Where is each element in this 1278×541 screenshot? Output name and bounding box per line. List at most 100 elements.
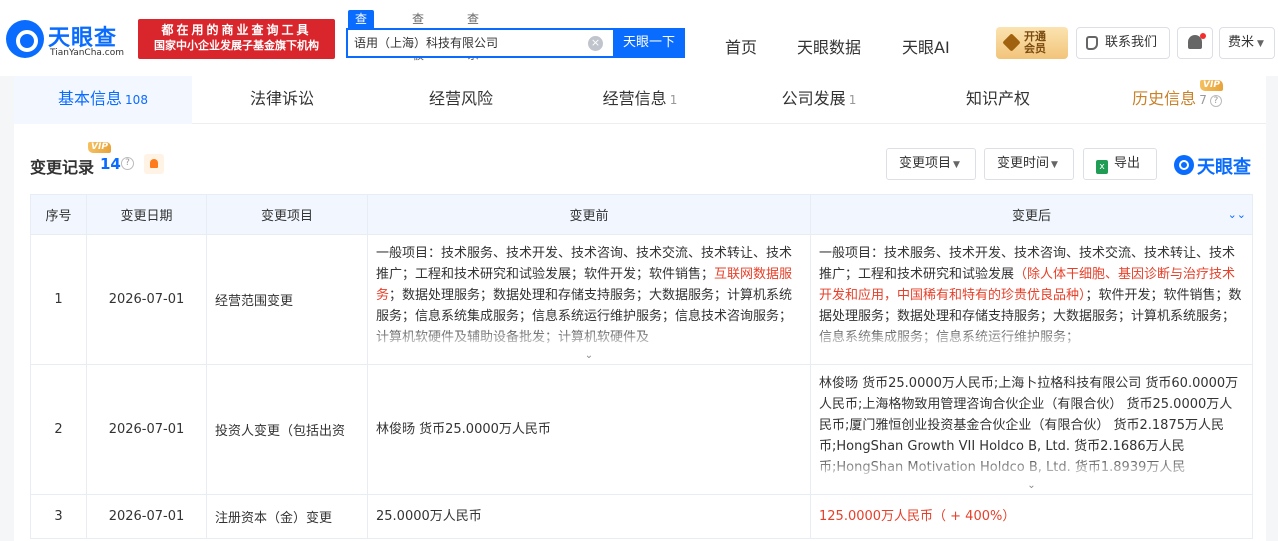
monitor-bell-icon[interactable] (144, 154, 164, 174)
chevron-down-icon: ▼ (1051, 160, 1058, 170)
slogan-line1: 都在用的商业查询工具 (161, 23, 312, 37)
table-row: 2 2026-07-01 投资人变更（包括出资 林俊旸 货币25.0000万人民… (30, 364, 1253, 495)
brand-text: 天眼查 (1197, 157, 1251, 178)
col-index: 序号 (30, 194, 87, 235)
col-item: 变更项目 (206, 194, 368, 235)
tab-label: 历史信息 (1132, 89, 1197, 108)
col-date: 变更日期 (86, 194, 207, 235)
export-button[interactable]: x 导出 (1083, 148, 1157, 180)
tab-legal[interactable]: 法律诉讼 (192, 76, 372, 124)
row-date: 2026-07-01 (86, 364, 207, 495)
after-content: 一般项目：技术服务、技术开发、技术咨询、技术交流、技术转让、技术推广；工程和技术… (811, 243, 1252, 349)
expand-icon[interactable]: ⌄ (1027, 481, 1037, 491)
row-index: 1 (30, 234, 87, 365)
expand-icon[interactable]: ⌄ (584, 351, 594, 361)
notification-dot (1200, 33, 1206, 39)
nav-ai[interactable]: 天眼AI (902, 34, 950, 58)
top-header: 天眼查 TianYanCha.com 都在用的商业查询工具 国家中小企业发展子基… (0, 0, 1278, 76)
company-tabs: 基本信息 108 法律诉讼 经营风险 经营信息 1 公司发展 1 知识产权 历史信息 7… (14, 76, 1266, 124)
excel-icon: x (1096, 160, 1108, 174)
search-tab-company[interactable]: 查公司 (348, 10, 375, 62)
row-after: 125.0000万人民币（ + 400%） (810, 494, 1253, 539)
vip-badge: VIP (1200, 80, 1223, 91)
table-row: 3 2026-07-01 注册资本（金）变更 25.0000万人民币 125.0… (30, 494, 1253, 539)
change-records-panel: VIP 变更记录 14 ? 变更项目 ▼ 变更时间 ▼ x 导出 天眼查 序号 变更日… (14, 124, 1266, 541)
search-tab-relation[interactable]: 查关系 (467, 10, 479, 62)
user-name: 费米 (1228, 35, 1255, 50)
row-before: 林俊旸 货币25.0000万人民币 (367, 364, 811, 495)
tab-count: 7 (1199, 93, 1207, 107)
contact-us-button[interactable]: 联系我们 (1076, 27, 1170, 59)
tab-count: 108 (125, 93, 148, 107)
search-button[interactable]: 天眼一下 (613, 28, 685, 58)
nav-data[interactable]: 天眼数据 (797, 34, 861, 58)
change-records-table: 序号 变更日期 变更项目 变更前 变更后 ⌄⌄ 1 2026-07-01 经营范围… (30, 194, 1253, 539)
row-before: 25.0000万人民币 (367, 494, 811, 539)
search-input[interactable]: 语用（上海）科技有限公司 × (346, 28, 613, 58)
row-after: 林俊旸 货币25.0000万人民币;上海卜拉格科技有限公司 货币60.0000万… (810, 364, 1253, 495)
filter-label: 变更项目 (899, 156, 952, 171)
col-after-label: 变更后 (1011, 209, 1051, 224)
col-after: 变更后 ⌄⌄ (810, 194, 1253, 235)
filter-change-item[interactable]: 变更项目 ▼ (886, 148, 976, 180)
fade-overlay (811, 454, 1252, 479)
help-icon[interactable]: ? (121, 157, 134, 170)
before-content: 林俊旸 货币25.0000万人民币 (376, 422, 551, 437)
chevron-down-icon: ▼ (1257, 39, 1264, 49)
search-input-value: 语用（上海）科技有限公司 (354, 36, 499, 50)
tab-development[interactable]: 公司发展 1 (730, 76, 908, 124)
tab-label: 知识产权 (965, 89, 1030, 108)
after-content: 林俊旸 货币25.0000万人民币;上海卜拉格科技有限公司 货币60.0000万… (811, 373, 1252, 479)
slogan-banner: 都在用的商业查询工具 国家中小企业发展子基金旗下机构 (138, 19, 335, 59)
logo-eye-icon (6, 20, 44, 58)
row-date: 2026-07-01 (86, 494, 207, 539)
tab-risk[interactable]: 经营风险 (372, 76, 550, 124)
help-icon[interactable]: ? (1209, 95, 1222, 107)
clear-icon[interactable]: × (588, 36, 603, 51)
slogan-line2: 国家中小企业发展子基金旗下机构 (154, 39, 319, 52)
chevron-double-down-icon[interactable]: ⌄⌄ (1228, 208, 1246, 221)
row-item: 经营范围变更 (206, 234, 368, 365)
user-menu[interactable]: 费米 ▼ (1219, 27, 1275, 59)
col-before: 变更前 (367, 194, 811, 235)
section-count: 14 (100, 155, 121, 173)
vip-open-line2: 会员 (1024, 42, 1046, 55)
before-content: 25.0000万人民币 (376, 509, 482, 524)
tab-count: 1 (669, 93, 678, 107)
logo-domain: TianYanCha.com (50, 48, 125, 58)
row-item: 投资人变更（包括出资 (206, 364, 368, 495)
chevron-down-icon: ▼ (953, 160, 960, 170)
row-index: 2 (30, 364, 87, 495)
logo-eye-icon (1174, 155, 1194, 175)
vip-badge: VIP (88, 142, 111, 153)
tab-ip[interactable]: 知识产权 (908, 76, 1088, 124)
tab-label: 公司发展 (781, 89, 846, 108)
tab-label: 经营风险 (428, 89, 493, 108)
after-content: 125.0000万人民币（ + 400%） (819, 509, 1016, 524)
tab-basic-info[interactable]: 基本信息 108 (14, 76, 192, 124)
tab-history[interactable]: 历史信息 7? VIP (1088, 76, 1266, 124)
table-row: 1 2026-07-01 经营范围变更 一般项目：技术服务、技术开发、技术咨询、… (30, 234, 1253, 365)
diamond-icon (1002, 33, 1021, 52)
notification-button[interactable] (1177, 27, 1213, 59)
row-after: 一般项目：技术服务、技术开发、技术咨询、技术交流、技术转让、技术推广；工程和技术… (810, 234, 1253, 365)
row-index: 3 (30, 494, 87, 539)
tab-label: 法律诉讼 (249, 89, 314, 108)
tab-count: 1 (848, 93, 857, 107)
table-header-row: 序号 变更日期 变更项目 变更前 变更后 ⌄⌄ (30, 194, 1253, 235)
fade-overlay (811, 324, 1252, 349)
row-item: 注册资本（金）变更 (206, 494, 368, 539)
tab-label: 基本信息 (58, 89, 123, 108)
brand-watermark: 天眼查 (1174, 153, 1258, 178)
row-before: 一般项目：技术服务、技术开发、技术咨询、技术交流、技术转让、技术推广；工程和技术… (367, 234, 811, 365)
export-label: 导出 (1114, 156, 1141, 171)
nav-home[interactable]: 首页 (725, 34, 757, 58)
tianyancha-logo[interactable]: 天眼查 TianYanCha.com (6, 20, 132, 60)
contact-label: 联系我们 (1105, 35, 1158, 50)
before-content: 一般项目：技术服务、技术开发、技术咨询、技术交流、技术转让、技术推广；工程和技术… (368, 243, 810, 349)
open-vip-button[interactable]: 开通 会员 (996, 27, 1068, 59)
tab-operation[interactable]: 经营信息 1 (550, 76, 730, 124)
section-title: 变更记录 (30, 158, 95, 177)
filter-change-time[interactable]: 变更时间 ▼ (984, 148, 1074, 180)
search-tab-boss[interactable]: 查老板 (412, 10, 424, 62)
